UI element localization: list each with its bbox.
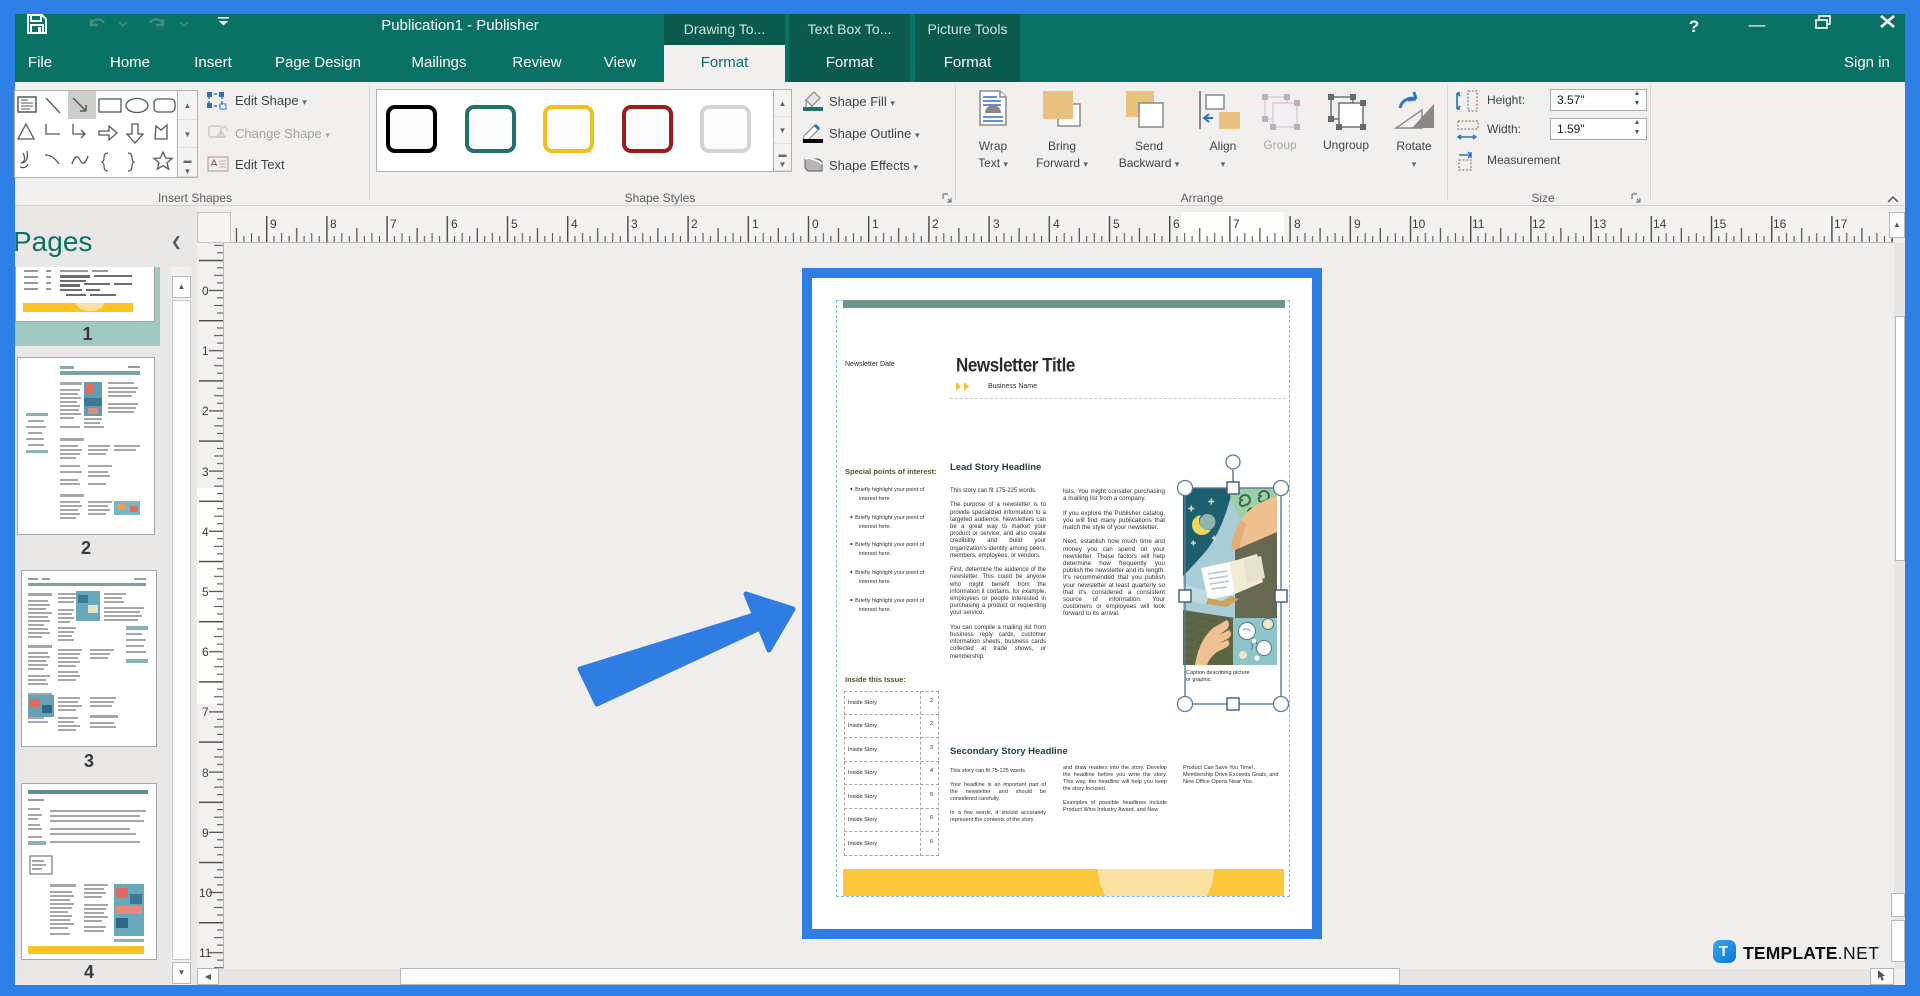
svg-text:13: 13	[1593, 217, 1607, 231]
svg-text:7: 7	[390, 217, 397, 231]
svg-text:6: 6	[202, 645, 209, 659]
svg-text:10: 10	[1412, 217, 1426, 231]
svg-text:9: 9	[270, 217, 277, 231]
svg-text:12: 12	[1532, 217, 1546, 231]
svg-text:5: 5	[202, 585, 209, 599]
svg-text:5: 5	[1113, 217, 1120, 231]
svg-text:11: 11	[199, 946, 212, 960]
svg-text:2: 2	[932, 217, 939, 231]
svg-text:4: 4	[571, 217, 578, 231]
svg-text:4: 4	[1053, 217, 1060, 231]
svg-text:8: 8	[202, 766, 209, 780]
svg-text:11: 11	[1472, 217, 1485, 231]
svg-text:9: 9	[202, 826, 209, 840]
svg-text:0: 0	[812, 217, 819, 231]
svg-text:14: 14	[1653, 217, 1667, 231]
svg-text:8: 8	[330, 217, 337, 231]
svg-text:1: 1	[752, 217, 759, 231]
svg-text:7: 7	[1233, 217, 1240, 231]
svg-text:8: 8	[1294, 217, 1301, 231]
svg-text:0: 0	[202, 284, 209, 298]
svg-text:10: 10	[199, 886, 213, 900]
svg-text:4: 4	[202, 525, 209, 539]
svg-text:2: 2	[202, 404, 209, 418]
svg-text:3: 3	[993, 217, 1000, 231]
svg-text:3: 3	[631, 217, 638, 231]
svg-text:9: 9	[1354, 217, 1361, 231]
svg-text:2: 2	[691, 217, 698, 231]
svg-text:16: 16	[1773, 217, 1787, 231]
svg-text:15: 15	[1713, 217, 1727, 231]
svg-text:6: 6	[1173, 217, 1180, 231]
svg-text:5: 5	[511, 217, 518, 231]
svg-text:6: 6	[451, 217, 458, 231]
svg-text:3: 3	[202, 465, 209, 479]
svg-text:7: 7	[202, 705, 209, 719]
svg-text:1: 1	[872, 217, 879, 231]
svg-text:1: 1	[202, 344, 209, 358]
svg-text:17: 17	[1834, 217, 1848, 231]
